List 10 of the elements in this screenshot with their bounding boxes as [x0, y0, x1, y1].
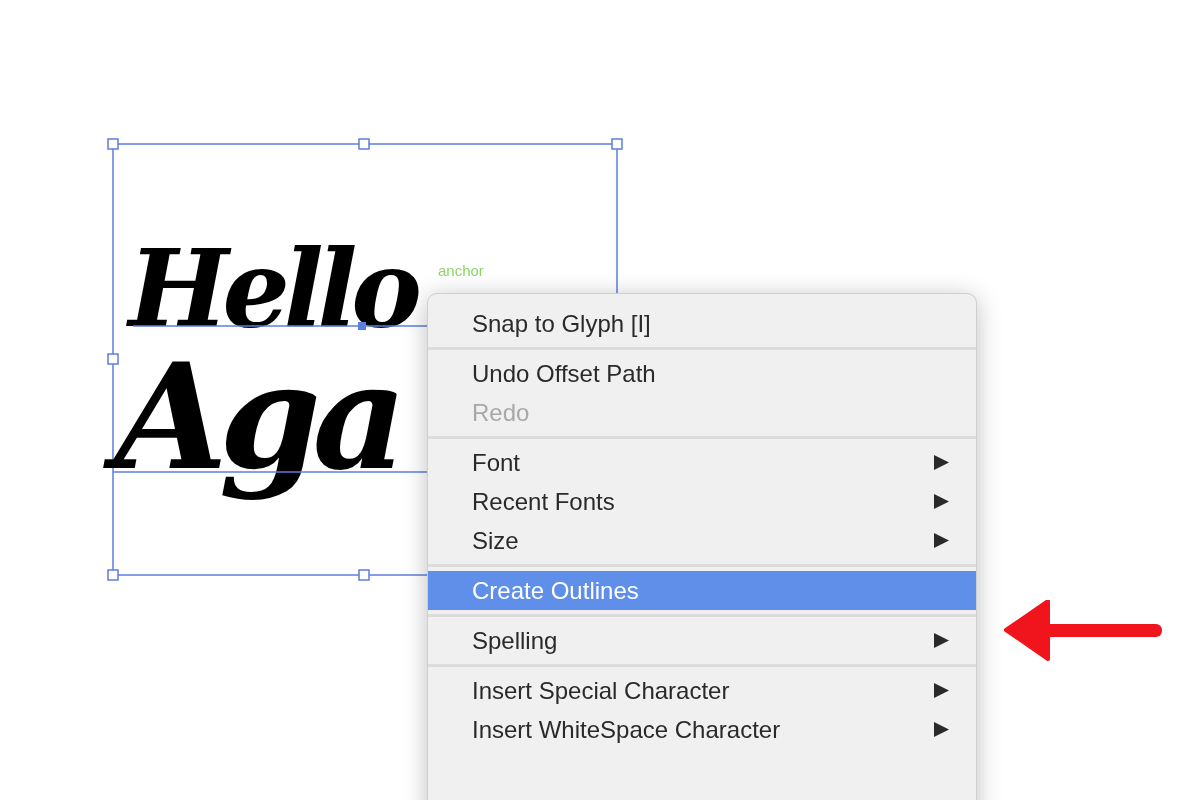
- menu-item[interactable]: Insert Special Character: [428, 671, 976, 710]
- anchor-label: anchor: [438, 263, 484, 278]
- menu-item[interactable]: Snap to Glyph [I]: [428, 304, 976, 343]
- script-text: Hello: [125, 225, 418, 353]
- menu-item[interactable]: Font: [428, 443, 976, 482]
- menu-item[interactable]: Recent Fonts: [428, 482, 976, 521]
- menu-item[interactable]: Undo Offset Path: [428, 354, 976, 393]
- menu-item[interactable]: Insert WhiteSpace Character: [428, 710, 976, 749]
- menu-item[interactable]: Spelling: [428, 621, 976, 660]
- menu-item[interactable]: Size: [428, 521, 976, 560]
